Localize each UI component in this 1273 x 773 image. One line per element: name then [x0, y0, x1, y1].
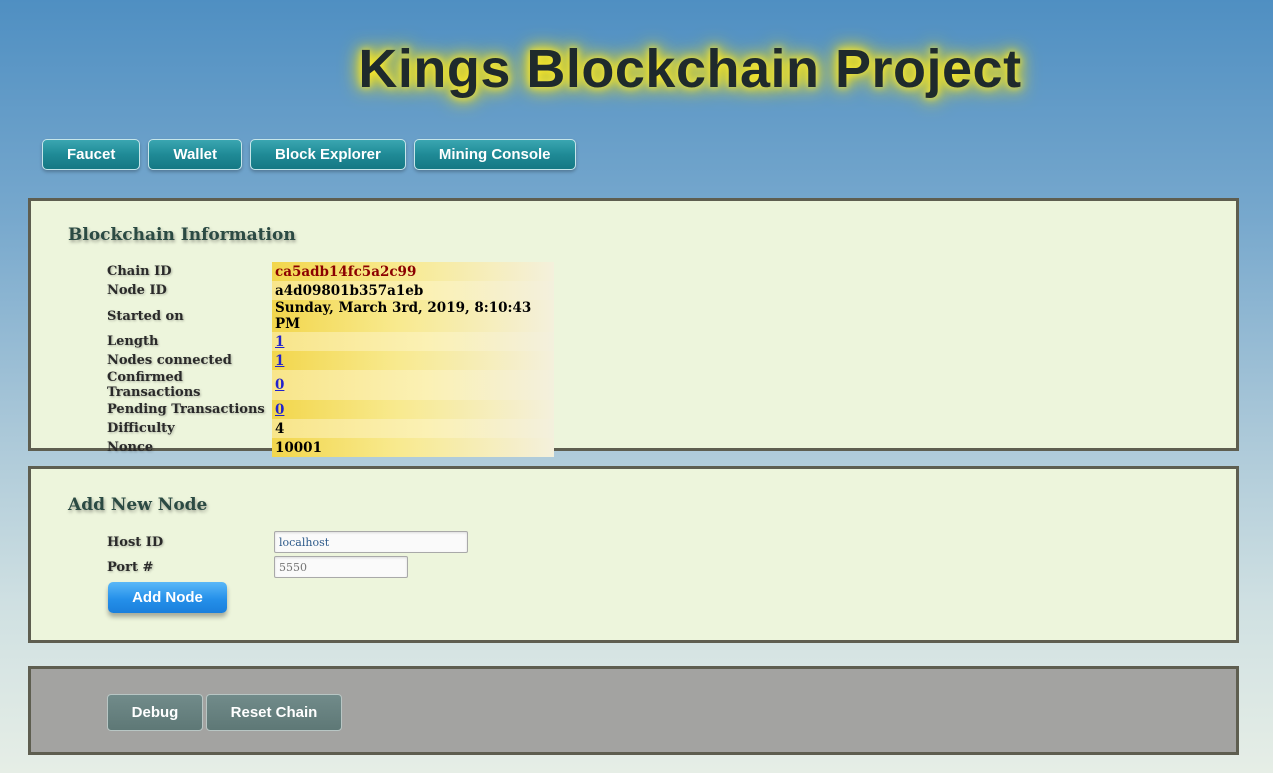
info-label: Confirmed Transactions — [107, 370, 201, 400]
add-node-heading: Add New Node — [68, 495, 208, 515]
host-id-label: Host ID — [107, 535, 164, 550]
info-label: Started on — [107, 308, 184, 324]
block-explorer-button[interactable]: Block Explorer — [249, 139, 406, 170]
info-label: Nodes connected — [107, 353, 232, 368]
port-label: Port # — [107, 560, 154, 575]
port-input[interactable] — [274, 556, 408, 578]
debug-panel: Debug Reset Chain — [28, 666, 1239, 755]
length-cell: 1 — [272, 332, 554, 351]
debug-button[interactable]: Debug — [107, 694, 203, 731]
info-label: Difficulty — [107, 421, 175, 436]
nodes-connected-cell: 1 — [272, 351, 554, 370]
difficulty-value: 4 — [272, 419, 554, 438]
info-label: Node ID — [107, 283, 167, 298]
node-id-value: a4d09801b357a1eb — [272, 281, 554, 300]
blockchain-info-table: Chain ID ca5adb14fc5a2c99 Node ID a4d098… — [107, 262, 554, 457]
nodes-connected-link[interactable]: 1 — [275, 353, 284, 369]
confirmed-transactions-cell: 0 — [272, 370, 554, 400]
pending-transactions-cell: 0 — [272, 400, 554, 419]
info-row-started-on: Started on Sunday, March 3rd, 2019, 8:10… — [107, 300, 554, 332]
host-id-input[interactable] — [274, 531, 468, 553]
info-row-chain-id: Chain ID ca5adb14fc5a2c99 — [107, 262, 554, 281]
add-node-panel: Add New Node Host ID Port # Add Node — [28, 466, 1239, 643]
info-row-confirmed-transactions: Confirmed Transactions 0 — [107, 370, 554, 400]
info-row-nonce: Nonce 10001 — [107, 438, 554, 457]
faucet-button[interactable]: Faucet — [42, 139, 141, 170]
info-label: Pending Transactions — [107, 402, 265, 417]
add-node-button[interactable]: Add Node — [108, 582, 227, 613]
info-label: Length — [107, 334, 159, 349]
page-title: Kings Blockchain Project — [358, 39, 1022, 99]
info-row-length: Length 1 — [107, 332, 554, 351]
started-on-value: Sunday, March 3rd, 2019, 8:10:43 PM — [272, 300, 554, 332]
info-row-pending-transactions: Pending Transactions 0 — [107, 400, 554, 419]
confirmed-transactions-link[interactable]: 0 — [275, 377, 284, 393]
info-row-node-id: Node ID a4d09801b357a1eb — [107, 281, 554, 300]
pending-transactions-link[interactable]: 0 — [275, 402, 284, 418]
mining-console-button[interactable]: Mining Console — [413, 139, 576, 170]
info-label: Nonce — [107, 440, 154, 455]
chain-id-value: ca5adb14fc5a2c99 — [272, 262, 554, 281]
info-row-nodes-connected: Nodes connected 1 — [107, 351, 554, 370]
nonce-value: 10001 — [272, 438, 554, 457]
info-row-difficulty: Difficulty 4 — [107, 419, 554, 438]
length-link[interactable]: 1 — [275, 334, 284, 350]
top-nav: Faucet Wallet Block Explorer Mining Cons… — [42, 139, 576, 170]
wallet-button[interactable]: Wallet — [148, 139, 242, 170]
info-label: Chain ID — [107, 264, 172, 279]
blockchain-info-panel: Blockchain Information Chain ID ca5adb14… — [28, 198, 1239, 457]
reset-chain-button[interactable]: Reset Chain — [206, 694, 342, 731]
blockchain-info-heading: Blockchain Information — [68, 225, 296, 245]
